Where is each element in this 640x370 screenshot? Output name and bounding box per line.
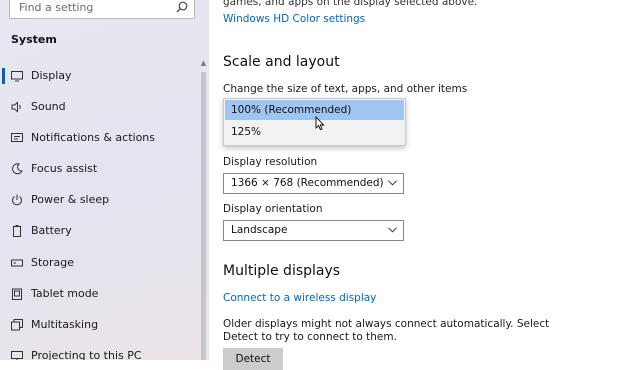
sidebar-item-tablet-mode[interactable]: Tablet mode xyxy=(0,279,205,309)
scroll-thumb[interactable] xyxy=(201,72,206,360)
power-icon xyxy=(12,194,22,206)
sidebar-item-label: Projecting to this PC xyxy=(31,349,142,360)
sidebar-item-power-sleep[interactable]: Power & sleep xyxy=(0,185,205,215)
scale-label: Change the size of text, apps, and other… xyxy=(223,83,468,95)
sidebar-item-label: Notifications & actions xyxy=(31,131,156,144)
sidebar: Find a setting System Display Sound Noti… xyxy=(0,0,209,360)
sidebar-item-label: Display xyxy=(31,69,72,82)
search-input[interactable]: Find a setting xyxy=(19,1,93,14)
active-indicator xyxy=(2,68,5,84)
sidebar-item-label: Tablet mode xyxy=(31,287,99,300)
resolution-select[interactable]: 1366 × 768 (Recommended) xyxy=(223,173,404,194)
option-label: 125% xyxy=(231,126,262,138)
sidebar-item-display[interactable]: Display xyxy=(0,61,205,91)
detect-button[interactable]: Detect xyxy=(223,348,283,370)
resolution-label: Display resolution xyxy=(223,156,318,168)
older-displays-text-line1: Older displays might not always connect … xyxy=(223,318,550,330)
chevron-down-icon xyxy=(388,227,397,233)
sidebar-item-storage[interactable]: Storage xyxy=(0,248,205,278)
sidebar-item-multitasking[interactable]: Multitasking xyxy=(0,310,205,340)
sidebar-item-sound[interactable]: Sound xyxy=(0,92,205,122)
tablet-icon xyxy=(12,288,22,300)
section-title: System xyxy=(11,33,57,46)
hd-color-settings-link[interactable]: Windows HD Color settings xyxy=(223,13,365,25)
sidebar-scrollbar[interactable]: ▲ xyxy=(199,58,208,360)
resolution-value: 1366 × 768 (Recommended) xyxy=(231,177,384,189)
sidebar-item-focus-assist[interactable]: Focus assist xyxy=(0,154,205,184)
top-description: games, and apps on the display selected … xyxy=(223,0,478,8)
notifications-icon xyxy=(11,133,23,142)
scale-layout-heading: Scale and layout xyxy=(223,54,340,70)
storage-icon xyxy=(11,259,23,267)
search-box[interactable]: Find a setting xyxy=(9,0,195,19)
sidebar-item-label: Focus assist xyxy=(31,162,98,175)
scroll-up-arrow-icon[interactable]: ▲ xyxy=(199,58,208,68)
monitor-icon xyxy=(11,71,23,82)
sidebar-item-label: Battery xyxy=(31,224,72,237)
sidebar-item-label: Power & sleep xyxy=(31,193,110,206)
older-displays-text-line2: Detect to try to connect to them. xyxy=(223,331,397,343)
sidebar-item-label: Multitasking xyxy=(31,318,99,331)
orientation-value: Landscape xyxy=(231,224,288,236)
sidebar-item-label: Sound xyxy=(31,100,66,113)
battery-icon xyxy=(13,225,21,237)
connect-wireless-display-link[interactable]: Connect to a wireless display xyxy=(223,292,376,304)
sidebar-item-label: Storage xyxy=(31,256,75,269)
speaker-icon xyxy=(11,101,21,113)
multitasking-icon xyxy=(11,319,23,331)
moon-icon xyxy=(12,163,23,175)
option-label: 100% (Recommended) xyxy=(231,104,352,116)
mouse-cursor-icon xyxy=(315,116,325,131)
multiple-displays-heading: Multiple displays xyxy=(223,263,341,279)
sidebar-item-notifications[interactable]: Notifications & actions xyxy=(0,123,205,153)
main-panel: games, and apps on the display selected … xyxy=(209,0,640,370)
sidebar-item-battery[interactable]: Battery xyxy=(0,216,205,246)
orientation-label: Display orientation xyxy=(223,203,323,215)
projecting-icon xyxy=(11,351,23,360)
sidebar-item-projecting[interactable]: Projecting to this PC xyxy=(0,341,205,360)
chevron-down-icon xyxy=(388,180,397,186)
orientation-select[interactable]: Landscape xyxy=(223,220,404,241)
search-icon[interactable] xyxy=(175,0,189,14)
